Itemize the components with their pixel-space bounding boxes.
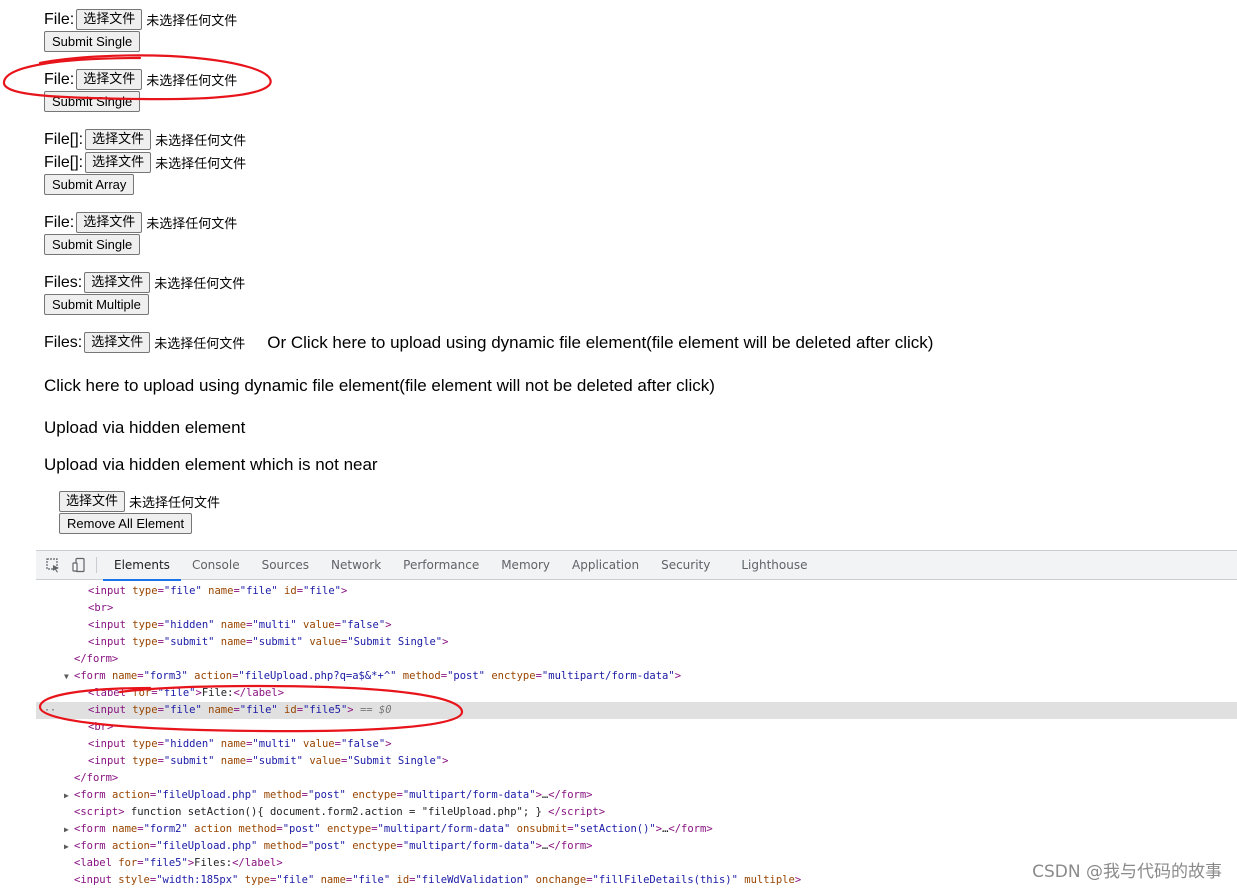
form1-file-row: File: 选择文件 未选择任何文件 xyxy=(44,9,237,30)
dom-node-line[interactable]: ▶ <form action="fileUpload.php" method="p… xyxy=(36,787,1237,804)
tab-lighthouse[interactable]: Lighthouse xyxy=(730,551,818,580)
selected-node-marker: == $0 xyxy=(353,704,392,716)
form4-file-row: File: 选择文件 未选择任何文件 xyxy=(44,212,237,233)
hidden-upload-not-near-link[interactable]: Upload via hidden element which is not n… xyxy=(44,455,378,475)
no-file-status: 未选择任何文件 xyxy=(154,337,246,352)
selected-dom-node-line[interactable]: ··· <input type="file" name="file" id="fi… xyxy=(36,702,1237,719)
choose-file-button[interactable]: 选择文件 xyxy=(85,129,152,150)
no-file-status: 未选择任何文件 xyxy=(154,277,246,292)
dom-node-line[interactable]: </form> xyxy=(36,651,1237,668)
remove-all-element-button[interactable]: Remove All Element xyxy=(59,513,193,534)
dom-node-line[interactable]: </form> xyxy=(36,770,1237,787)
form6-files-label: Files: xyxy=(44,333,83,351)
submit-single-button[interactable]: Submit Single xyxy=(44,234,141,255)
choose-file-button[interactable]: 选择文件 xyxy=(76,9,143,30)
tab-performance[interactable]: Performance xyxy=(392,551,490,580)
choose-file-button[interactable]: 选择文件 xyxy=(76,212,143,233)
dom-node-line[interactable]: <script> function setAction(){ document.… xyxy=(36,804,1237,821)
form3-file-array-label: File[]: xyxy=(44,153,84,171)
dom-node-line[interactable]: <input type="file" name="file" id="file"… xyxy=(36,583,1237,600)
dom-node-line[interactable]: ▶ <form action="fileUpload.php" method="p… xyxy=(36,838,1237,855)
tab-separator xyxy=(96,557,97,573)
no-file-status: 未选择任何文件 xyxy=(146,74,238,89)
test-page: File: 选择文件 未选择任何文件 Submit Single File: 选… xyxy=(0,0,1237,548)
no-file-status: 未选择任何文件 xyxy=(129,496,221,511)
device-toolbar-icon[interactable] xyxy=(66,551,92,580)
choose-file-button[interactable]: 选择文件 xyxy=(85,152,152,173)
dynamic-upload-not-deleted-link[interactable]: Click here to upload using dynamic file … xyxy=(44,376,715,396)
submit-single-button[interactable]: Submit Single xyxy=(44,31,141,52)
devtools-panel: Elements Console Sources Network Perform… xyxy=(36,550,1237,889)
dynamic-upload-deleted-link[interactable]: Or Click here to upload using dynamic fi… xyxy=(267,333,933,353)
elements-tree: <input type="file" name="file" id="file"… xyxy=(36,581,1237,890)
form3-file-array-label: File[]: xyxy=(44,130,84,148)
form2-file-row: File: 选择文件 未选择任何文件 xyxy=(44,69,237,90)
submit-single-button[interactable]: Submit Single xyxy=(44,91,141,112)
tab-memory[interactable]: Memory xyxy=(490,551,561,580)
dom-node-line[interactable]: <br> xyxy=(36,719,1237,736)
form5-files-row: Files: 选择文件 未选择任何文件 xyxy=(44,272,245,293)
form6-files-row: Files: 选择文件 未选择任何文件 Or Click here to upl… xyxy=(44,332,933,353)
form1-file-label: File: xyxy=(44,10,75,28)
tab-security[interactable]: Security xyxy=(650,551,730,580)
dom-node-line[interactable]: <label for="file">File:</label> xyxy=(36,685,1237,702)
no-file-status: 未选择任何文件 xyxy=(155,134,247,149)
inspect-element-icon[interactable] xyxy=(40,551,66,580)
no-file-status: 未选择任何文件 xyxy=(146,14,238,29)
devtools-tabbar: Elements Console Sources Network Perform… xyxy=(36,551,1237,581)
submit-array-button[interactable]: Submit Array xyxy=(44,174,135,195)
dom-node-line[interactable]: <input type="hidden" name="multi" value=… xyxy=(36,617,1237,634)
dynamic-file-row: 选择文件 未选择任何文件 xyxy=(59,491,220,512)
tab-sources[interactable]: Sources xyxy=(251,551,320,580)
tab-console[interactable]: Console xyxy=(181,551,251,580)
dom-node-line[interactable]: <input type="submit" name="submit" value… xyxy=(36,634,1237,651)
form2-file-label: File: xyxy=(44,70,75,88)
csdn-watermark: CSDN @我与代码的故事 xyxy=(1032,862,1222,882)
hidden-upload-link[interactable]: Upload via hidden element xyxy=(44,418,245,438)
choose-file-button[interactable]: 选择文件 xyxy=(84,332,151,353)
dom-node-line[interactable]: <input type="submit" name="submit" value… xyxy=(36,753,1237,770)
dom-node-line[interactable]: ▶ <form name="form2" action method="post"… xyxy=(36,821,1237,838)
dom-node-line[interactable]: ▼ <form name="form3" action="fileUpload.p… xyxy=(36,668,1237,685)
form4-file-label: File: xyxy=(44,213,75,231)
form3-file-row-1: File[]: 选择文件 未选择任何文件 xyxy=(44,129,246,150)
dom-node-line[interactable]: <br> xyxy=(36,600,1237,617)
form5-files-label: Files: xyxy=(44,273,83,291)
tab-application[interactable]: Application xyxy=(561,551,650,580)
choose-file-button[interactable]: 选择文件 xyxy=(84,272,151,293)
choose-file-button[interactable]: 选择文件 xyxy=(76,69,143,90)
submit-multiple-button[interactable]: Submit Multiple xyxy=(44,294,149,315)
dom-node-line[interactable]: <input type="hidden" name="multi" value=… xyxy=(36,736,1237,753)
form3-file-row-2: File[]: 选择文件 未选择任何文件 xyxy=(44,152,246,173)
tab-elements[interactable]: Elements xyxy=(103,551,181,581)
no-file-status: 未选择任何文件 xyxy=(155,157,247,172)
choose-file-button[interactable]: 选择文件 xyxy=(59,491,126,512)
no-file-status: 未选择任何文件 xyxy=(146,217,238,232)
tab-network[interactable]: Network xyxy=(320,551,392,580)
